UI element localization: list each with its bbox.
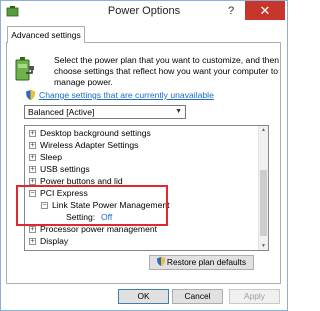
scrollbar-thumb[interactable] bbox=[260, 170, 267, 236]
expand-icon[interactable]: + bbox=[29, 226, 36, 233]
tree-scrollbar[interactable]: ▲ ▼ bbox=[258, 126, 268, 250]
power-plan-value: Balanced [Active] bbox=[28, 107, 95, 117]
ok-button[interactable]: OK bbox=[118, 289, 169, 304]
expand-icon[interactable]: + bbox=[29, 130, 36, 137]
tree-row-label: USB settings bbox=[40, 164, 90, 174]
uac-shield-icon bbox=[156, 257, 165, 266]
apply-button[interactable]: Apply bbox=[229, 289, 280, 304]
close-button[interactable]: ✕ bbox=[245, 1, 285, 20]
scroll-up-icon[interactable]: ▲ bbox=[261, 127, 266, 133]
tree-row-label: Display bbox=[40, 236, 69, 246]
cancel-button[interactable]: Cancel bbox=[172, 289, 223, 304]
battery-plug-icon bbox=[15, 57, 34, 81]
power-plan-select[interactable]: Balanced [Active] ▼ bbox=[24, 105, 186, 119]
expand-icon[interactable]: + bbox=[29, 166, 36, 173]
tree-row-label: Wireless Adapter Settings bbox=[40, 140, 139, 150]
change-unavailable-settings-link[interactable]: Change settings that are currently unava… bbox=[39, 90, 214, 100]
expand-icon[interactable]: + bbox=[29, 178, 36, 185]
tree-row-label: Sleep bbox=[40, 152, 62, 162]
chevron-down-icon: ▼ bbox=[175, 108, 182, 115]
uac-shield-icon bbox=[26, 90, 35, 100]
description-text: Select the power plan that you want to c… bbox=[54, 55, 280, 87]
expand-icon[interactable]: + bbox=[29, 142, 36, 149]
tab-advanced-settings[interactable]: Advanced settings bbox=[7, 26, 85, 43]
expand-icon[interactable]: + bbox=[29, 154, 36, 161]
restore-plan-defaults-button[interactable]: Restore plan defaults bbox=[149, 255, 254, 270]
power-options-window: Power Options ? ✕ Advanced settings Sele… bbox=[0, 0, 288, 311]
scroll-down-icon[interactable]: ▼ bbox=[261, 243, 266, 249]
tree-row-label: Desktop background settings bbox=[40, 128, 151, 138]
restore-button-label: Restore plan defaults bbox=[166, 257, 247, 267]
highlight-annotation-box bbox=[16, 185, 168, 226]
title-bar[interactable]: Power Options ? ✕ bbox=[1, 1, 287, 23]
help-button[interactable]: ? bbox=[221, 3, 241, 19]
expand-icon[interactable]: + bbox=[29, 238, 36, 245]
